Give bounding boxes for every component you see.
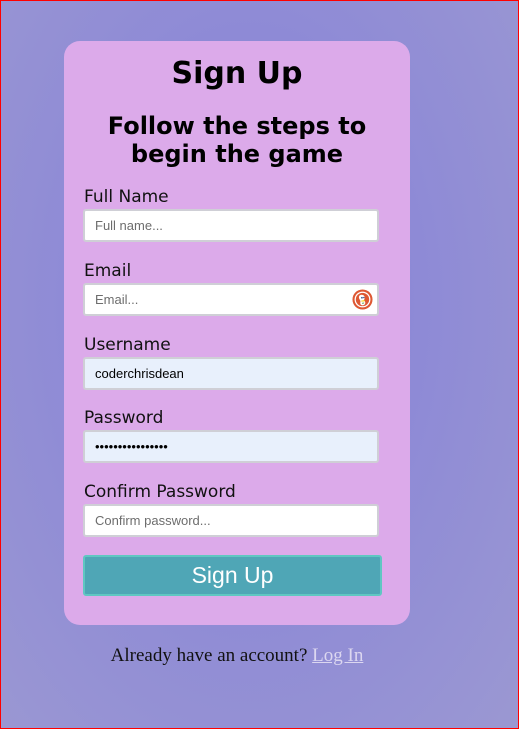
email-field: Email xyxy=(83,261,379,316)
password-input-wrap xyxy=(83,430,379,463)
full-name-input[interactable] xyxy=(85,211,377,240)
password-label: Password xyxy=(84,408,164,428)
username-input-wrap xyxy=(83,357,379,390)
confirm-password-input-wrap xyxy=(83,504,379,537)
confirm-password-field: Confirm Password xyxy=(83,482,379,537)
signup-card: Sign Up Follow the steps to begin the ga… xyxy=(64,41,410,625)
username-input[interactable] xyxy=(85,359,377,388)
duckduckgo-icon[interactable] xyxy=(352,289,373,310)
password-input[interactable] xyxy=(85,432,377,461)
password-field: Password xyxy=(83,408,379,463)
page-title: Sign Up xyxy=(171,56,303,91)
email-input-wrap xyxy=(83,283,379,316)
full-name-label: Full Name xyxy=(84,187,169,207)
confirm-password-input[interactable] xyxy=(85,506,377,535)
sign-up-button[interactable]: Sign Up xyxy=(83,555,382,596)
email-label: Email xyxy=(84,261,132,281)
confirm-password-label: Confirm Password xyxy=(84,482,236,502)
username-field: Username xyxy=(83,335,379,390)
login-prompt-text: Already have an account? xyxy=(110,645,308,666)
username-label: Username xyxy=(84,335,171,355)
full-name-input-wrap xyxy=(83,209,379,242)
login-prompt: Already have an account? Log In xyxy=(1,645,473,667)
page-subtitle: Follow the steps to begin the game xyxy=(107,112,367,168)
email-input[interactable] xyxy=(85,285,377,314)
log-in-link[interactable]: Log In xyxy=(312,645,363,666)
full-name-field: Full Name xyxy=(83,187,379,242)
